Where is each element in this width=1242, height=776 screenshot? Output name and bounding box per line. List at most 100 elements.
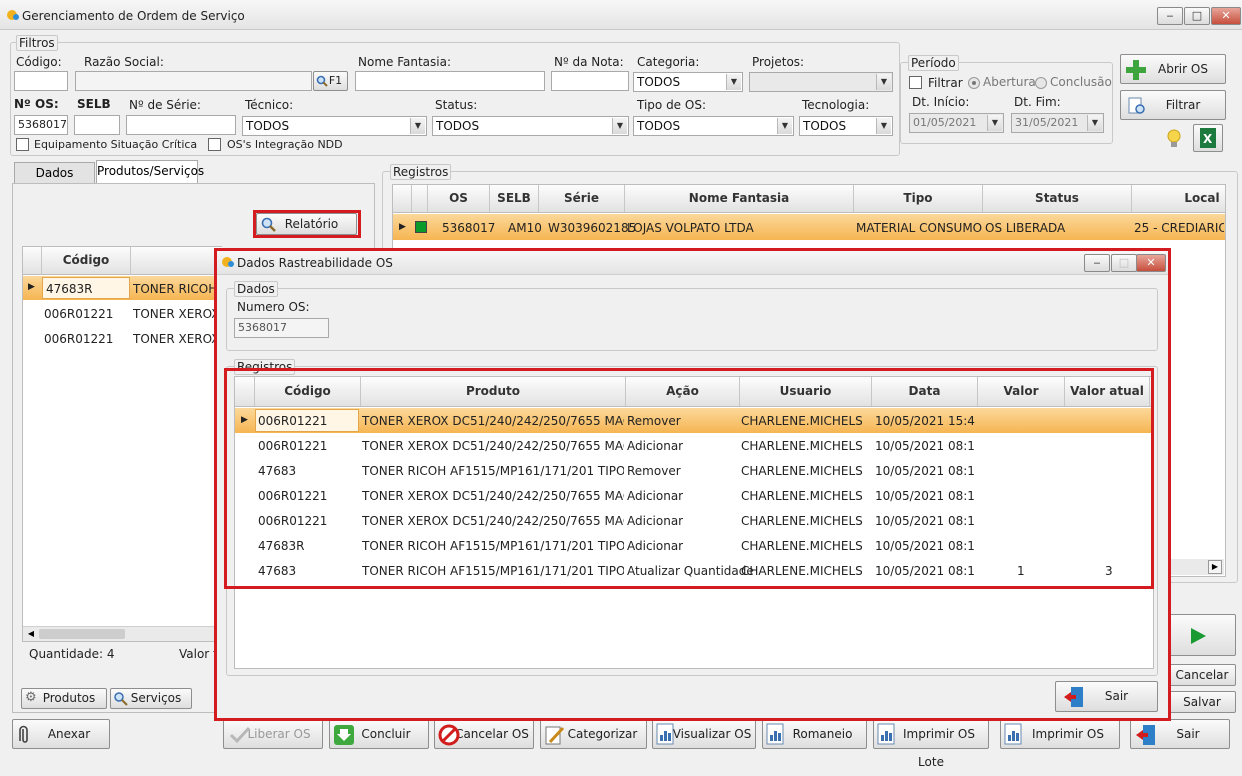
search-icon <box>114 692 128 712</box>
serie-label: Nº de Série: <box>129 98 201 112</box>
razao-social-input[interactable] <box>75 71 312 91</box>
chevron-down-icon: ▼ <box>777 118 792 134</box>
concluir-label: Concluir <box>361 727 411 741</box>
periodo-filtrar-label: Filtrar <box>928 76 963 90</box>
col-status[interactable]: Status <box>983 185 1132 212</box>
report-icon <box>1003 723 1023 755</box>
scroll-right-icon[interactable]: ▶ <box>1208 560 1222 574</box>
imprimir-os-lote-button[interactable]: Imprimir OS Lote <box>873 719 989 769</box>
concluir-button[interactable]: Concluir <box>329 719 429 749</box>
col-nome-fantasia[interactable]: Nome Fantasia <box>625 185 854 212</box>
col-selb[interactable]: SELB <box>490 185 539 212</box>
produtos-button[interactable]: ⚙ Produtos <box>21 688 107 709</box>
critica-checkbox[interactable] <box>16 138 29 151</box>
download-icon <box>333 724 355 756</box>
tipo-os-select[interactable]: TODOS ▼ <box>633 116 794 136</box>
categoria-select[interactable]: TODOS ▼ <box>633 72 743 92</box>
tab-produtos-servicos[interactable]: Produtos/Serviços <box>96 160 204 184</box>
horizontal-scrollbar[interactable]: ◀ <box>23 626 222 641</box>
codigo-label: Código: <box>16 55 62 69</box>
excel-icon[interactable]: X <box>1193 124 1223 152</box>
romaneio-button[interactable]: Romaneio <box>762 719 867 749</box>
dialog-minimize-button[interactable]: ‒ <box>1084 254 1110 272</box>
check-icon <box>229 725 251 755</box>
registro-os: 5368017 <box>442 221 496 235</box>
nome-fantasia-input[interactable] <box>355 71 545 91</box>
row-codigo: 006R01221 <box>44 307 114 321</box>
chevron-down-icon: ▼ <box>876 74 891 90</box>
numero-os-input[interactable]: 5368017 <box>14 115 68 135</box>
col-local[interactable]: Local <box>1132 185 1242 212</box>
chevron-down-icon: ▼ <box>612 118 627 134</box>
ndd-label: OS's Integração NDD <box>227 138 343 151</box>
abrir-os-label: Abrir OS <box>1158 62 1208 76</box>
close-button[interactable]: ✕ <box>1211 7 1241 25</box>
selb-input[interactable] <box>74 115 120 135</box>
dialog-title: Dados Rastreabilidade OS <box>237 256 393 270</box>
dialog-sair-button[interactable]: Sair <box>1055 681 1158 712</box>
numero-os-label: Nº OS: <box>14 97 59 111</box>
dt-fim-picker[interactable]: 31/05/2021 ▼ <box>1011 113 1104 133</box>
svg-text:X: X <box>1203 132 1213 146</box>
ndd-checkbox[interactable] <box>208 138 221 151</box>
categorizar-button[interactable]: Categorizar <box>540 719 647 749</box>
codigo-input[interactable] <box>14 71 68 91</box>
maximize-button[interactable]: □ <box>1184 7 1210 25</box>
visualizar-os-button[interactable]: Visualizar OS <box>652 719 756 749</box>
liberar-os-button[interactable]: Liberar OS <box>223 719 323 749</box>
status-select[interactable]: TODOS ▼ <box>432 116 629 136</box>
tipo-os-label: Tipo de OS: <box>637 98 706 112</box>
servicos-button[interactable]: Serviços <box>110 688 192 709</box>
filtrar-button[interactable]: Filtrar <box>1120 90 1226 120</box>
anexar-label: Anexar <box>47 727 91 741</box>
dt-inicio-picker[interactable]: 01/05/2021 ▼ <box>909 113 1004 133</box>
nota-input[interactable] <box>551 71 629 91</box>
anexar-button[interactable]: Anexar <box>12 719 110 749</box>
salvar-button[interactable]: Salvar <box>1160 691 1236 713</box>
razao-social-label: Razão Social: <box>84 55 164 69</box>
registro-serie: W3039602185 <box>548 221 637 235</box>
f1-search-button[interactable]: F1 <box>313 71 348 91</box>
col-serie[interactable]: Série <box>539 185 625 212</box>
produtos-grid <box>22 246 222 642</box>
scroll-left-icon[interactable]: ◀ <box>25 628 37 640</box>
quantidade-label: Quantidade: 4 <box>29 647 115 661</box>
dt-inicio-value: 01/05/2021 <box>913 116 977 129</box>
col-tipo[interactable]: Tipo <box>854 185 983 212</box>
sair-label: Sair <box>1176 727 1200 741</box>
dados-group <box>226 288 1158 351</box>
tecnico-select[interactable]: TODOS ▼ <box>242 116 427 136</box>
dt-fim-label: Dt. Fim: <box>1014 95 1061 109</box>
cancelar-os-button[interactable]: Cancelar OS <box>434 719 534 749</box>
registro-fantasia: LOJAS VOLPATO LTDA <box>627 221 754 235</box>
imprimir-os-button[interactable]: Imprimir OS <box>1000 719 1120 749</box>
categoria-value: TODOS <box>637 75 681 89</box>
projetos-select[interactable]: ▼ <box>749 72 893 92</box>
serie-input[interactable] <box>126 115 236 135</box>
abertura-label: Abertura <box>983 75 1036 89</box>
minimize-button[interactable]: ‒ <box>1157 7 1183 25</box>
dialog-close-button[interactable]: ✕ <box>1136 254 1166 272</box>
row-pointer-icon: ▶ <box>28 282 35 292</box>
sair-button[interactable]: Sair <box>1130 719 1230 749</box>
tecnologia-select[interactable]: TODOS ▼ <box>799 116 893 136</box>
categoria-label: Categoria: <box>637 55 700 69</box>
dialog-maximize-button[interactable]: □ <box>1111 254 1137 272</box>
tab-dados-gerais[interactable]: Dados Gerais <box>14 162 95 200</box>
dt-inicio-label: Dt. Início: <box>912 95 970 109</box>
col-os[interactable]: OS <box>428 185 490 212</box>
conclusao-radio[interactable] <box>1035 77 1047 89</box>
periodo-filtrar-checkbox[interactable] <box>909 76 922 89</box>
registro-status: OS LIBERADA <box>985 221 1066 235</box>
lightbulb-icon[interactable] <box>1166 128 1182 150</box>
scroll-thumb[interactable] <box>39 629 125 639</box>
cancelar-button[interactable]: Cancelar <box>1160 664 1236 686</box>
report-icon <box>655 723 675 755</box>
cancel-icon <box>438 724 460 756</box>
play-button[interactable] <box>1160 614 1236 656</box>
registro-local: 25 - CREDIARIO <box>1134 221 1224 235</box>
col-codigo[interactable]: Código <box>42 247 131 274</box>
abertura-radio[interactable] <box>968 77 980 89</box>
numero-os-dialog-input[interactable]: 5368017 <box>234 318 329 338</box>
abrir-os-button[interactable]: Abrir OS <box>1120 54 1226 84</box>
